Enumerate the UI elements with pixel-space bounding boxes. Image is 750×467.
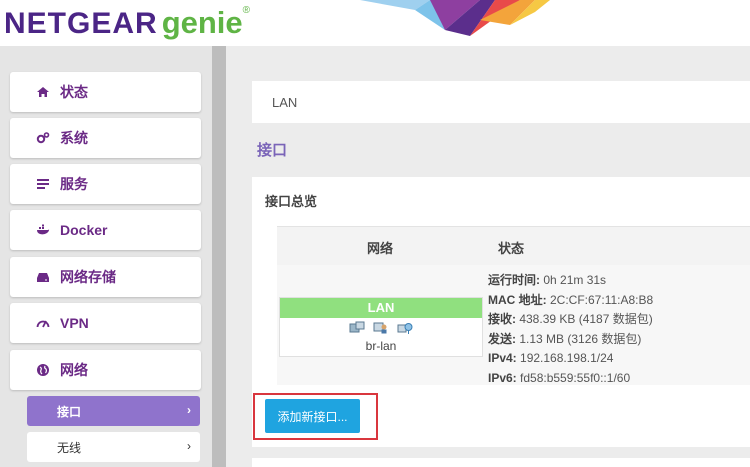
user-device-icon [373, 321, 389, 340]
interface-badge[interactable]: LAN br-lan [279, 297, 483, 357]
sidebar-subitem-label: 接口 [57, 404, 82, 419]
netgear-genie-logo[interactable]: NETGEAR genie® [4, 5, 250, 41]
column-header-status: 状态 [498, 241, 525, 256]
sidebar-item-label: 服务 [60, 176, 88, 192]
sidebar-item-vpn[interactable]: VPN [10, 303, 201, 343]
panel-title: 接口总览 [265, 194, 318, 209]
sidebar-item-label: 系统 [60, 130, 88, 146]
storage-icon [36, 270, 50, 284]
status-line-uptime: 运行时间: 0h 21m 31s [488, 273, 607, 287]
home-icon [36, 85, 50, 99]
docker-icon [36, 223, 50, 237]
sidebar-item-status[interactable]: 状态 [10, 72, 201, 112]
sidebar-item-label: Docker [60, 222, 108, 238]
table-header: 网络 状态 [277, 227, 750, 265]
sidebar-item-label: VPN [60, 315, 89, 331]
globe-icon [36, 363, 50, 377]
status-line-ipv6: IPv6: fd58:b559:55f0::1/60 [488, 370, 631, 385]
logo-registered: ® [242, 5, 251, 16]
list-icon [36, 177, 50, 191]
interface-table: 网络 状态 LAN br-lan 运行时间: 0h 21m 31s MAC 地址… [277, 226, 750, 386]
sidebar-item-services[interactable]: 服务 [10, 164, 201, 204]
gears-icon [36, 131, 50, 145]
sidebar-subitem-label: 无线 [57, 440, 82, 455]
sidebar-item-network[interactable]: 网络 [10, 350, 201, 390]
page-title: 接口 [257, 142, 288, 159]
interface-status: 运行时间: 0h 21m 31s MAC 地址: 2C:CF:67:11:A8:… [488, 271, 653, 388]
sidebar-item-docker[interactable]: Docker [10, 210, 201, 250]
interface-device-name: br-lan [365, 339, 397, 353]
sidebar-scrollbar[interactable] [212, 46, 226, 467]
breadcrumb: LAN [252, 81, 750, 123]
status-line-rx: 接收: 438.39 KB (4187 数据包) [488, 312, 653, 326]
status-line-ipv4: IPv4: 192.168.198.1/24 [488, 351, 614, 365]
sidebar-item-label: 网络 [60, 362, 88, 378]
wireless-device-icon [397, 321, 413, 340]
status-line-tx: 发送: 1.13 MB (3126 数据包) [488, 331, 642, 346]
chevron-right-icon: › [187, 403, 191, 417]
column-header-network: 网络 [367, 241, 394, 256]
next-panel-edge [252, 458, 750, 467]
gauge-icon [36, 316, 50, 330]
header: NETGEAR genie® [0, 0, 750, 46]
breadcrumb-current[interactable]: LAN [272, 95, 297, 110]
sidebar-item-label: 网络存储 [60, 269, 116, 285]
interface-device-icons [280, 321, 482, 337]
sidebar-item-label: 状态 [60, 84, 88, 100]
sidebar-item-system[interactable]: 系统 [10, 118, 201, 158]
chevron-right-icon: › [187, 439, 191, 453]
interface-name: LAN [280, 298, 482, 318]
sidebar-subitem-interfaces[interactable]: 接口 › [27, 396, 200, 426]
add-new-interface-button[interactable]: 添加新接口... [265, 399, 360, 433]
logo-product: genie [161, 5, 243, 40]
ethernet-port-icon [349, 321, 365, 340]
sidebar-item-nas[interactable]: 网络存储 [10, 257, 201, 297]
sidebar-subitem-wireless[interactable]: 无线 › [27, 432, 200, 462]
header-decoration-art [360, 0, 550, 36]
status-line-mac: MAC 地址: 2C:CF:67:11:A8:B8 [488, 292, 654, 307]
logo-brand: NETGEAR [4, 7, 158, 40]
